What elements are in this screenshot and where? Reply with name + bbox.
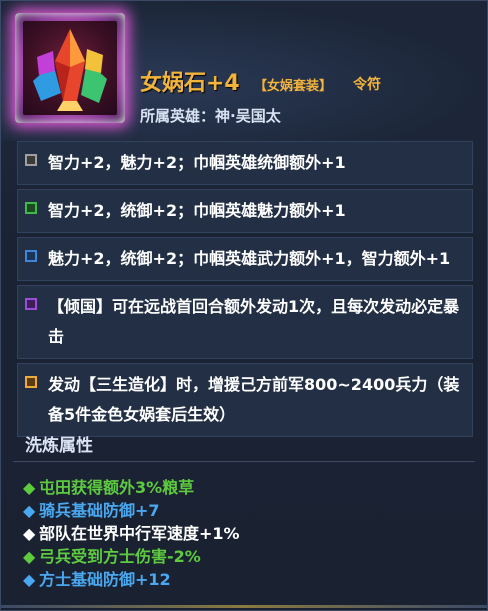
- item-set-tag: 【女娲套装】: [254, 79, 333, 94]
- gold-square-icon: [25, 376, 37, 388]
- refine-section-title: 洗炼属性: [25, 436, 93, 456]
- diamond-bullet-icon: ◆: [23, 524, 36, 543]
- effect-row: 【倾国】可在远战首回合额外发动1次，且每次发动必定暴击: [17, 285, 473, 359]
- refine-text: 屯田获得额外3%粮草: [39, 478, 195, 497]
- diamond-bullet-icon: ◆: [23, 547, 36, 566]
- nuwa-stone-icon: [23, 21, 117, 115]
- refine-item: ◆ 部队在世界中行军速度+1%: [23, 522, 463, 545]
- effect-row: 发动【三生造化】时，增援己方前军800~2400兵力（装备5件金色女娲套后生效）: [17, 363, 473, 437]
- refine-item: ◆ 骑兵基础防御+7: [23, 499, 463, 522]
- effect-row: 智力+2，统御+2；巾帼英雄魅力额外+1: [17, 189, 473, 233]
- diamond-bullet-icon: ◆: [23, 501, 36, 520]
- purple-square-icon: [25, 298, 37, 310]
- effect-text: 魅力+2，统御+2；巾帼英雄武力额外+1，智力额外+1: [48, 249, 451, 268]
- item-icon-frame[interactable]: [15, 13, 125, 123]
- effect-row: 智力+2，魅力+2；巾帼英雄统御额外+1: [17, 141, 473, 185]
- section-divider: [13, 461, 475, 462]
- item-name: 女娲石+4: [140, 71, 240, 96]
- refine-text: 骑兵基础防御+7: [39, 501, 160, 520]
- hero-label: 所属英雄：: [140, 107, 216, 125]
- effect-text: 发动【三生造化】时，增援己方前军800~2400兵力（装备5件金色女娲套后生效）: [48, 375, 460, 424]
- blue-square-icon: [25, 250, 37, 262]
- refine-item: ◆ 方士基础防御+12: [23, 568, 463, 591]
- green-square-icon: [25, 202, 37, 214]
- refine-text: 部队在世界中行军速度+1%: [39, 524, 240, 543]
- diamond-bullet-icon: ◆: [23, 570, 36, 589]
- item-tooltip-panel: 女娲石+4 【女娲套装】 令符 所属英雄：神·吴国太 智力+2，魅力+2；巾帼英…: [0, 0, 488, 611]
- hero-name: 神·吴国太: [215, 107, 281, 125]
- refine-text: 方士基础防御+12: [39, 570, 171, 589]
- hero-line: 所属英雄：神·吴国太: [140, 105, 281, 126]
- effect-text: 【倾国】可在远战首回合额外发动1次，且每次发动必定暴击: [48, 297, 460, 346]
- effect-row: 魅力+2，统御+2；巾帼英雄武力额外+1，智力额外+1: [17, 237, 473, 281]
- refine-text: 弓兵受到方士伤害-2%: [39, 547, 201, 566]
- refine-item: ◆ 屯田获得额外3%粮草: [23, 476, 463, 499]
- gray-square-icon: [25, 154, 37, 166]
- bottom-border: [1, 605, 487, 608]
- effect-text: 智力+2，统御+2；巾帼英雄魅力额外+1: [48, 201, 346, 220]
- effect-text: 智力+2，魅力+2；巾帼英雄统御额外+1: [48, 153, 346, 172]
- refine-list: ◆ 屯田获得额外3%粮草 ◆ 骑兵基础防御+7 ◆ 部队在世界中行军速度+1% ◆ 弓兵…: [23, 476, 463, 591]
- item-type: 令符: [353, 77, 381, 93]
- diamond-bullet-icon: ◆: [23, 478, 36, 497]
- refine-item: ◆ 弓兵受到方士伤害-2%: [23, 545, 463, 568]
- effect-list: 智力+2，魅力+2；巾帼英雄统御额外+1 智力+2，统御+2；巾帼英雄魅力额外+…: [17, 141, 473, 441]
